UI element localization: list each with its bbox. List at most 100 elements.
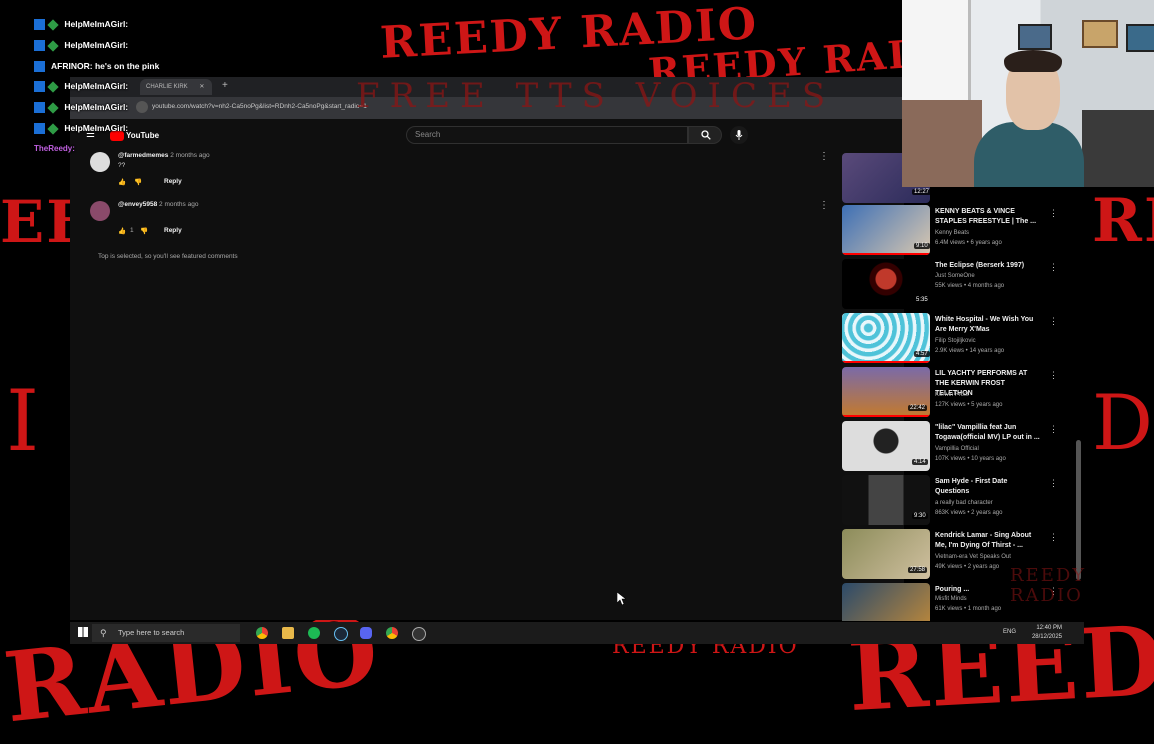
chat-user: HelpMeImAGirl:: [64, 40, 129, 50]
steam-icon[interactable]: [334, 627, 348, 641]
recommended-video[interactable]: 9:10 KENNY BEATS & VINCE STAPLES FREESTY…: [842, 205, 1082, 257]
video-more-icon[interactable]: ⋮: [1049, 370, 1058, 381]
obs-icon[interactable]: [412, 627, 426, 641]
comment-text: ??: [118, 162, 126, 169]
language-indicator[interactable]: ENG: [1003, 629, 1016, 635]
chat-diamond-icon: [47, 102, 59, 114]
search-input[interactable]: Search: [406, 126, 688, 144]
taskbar: ⚲ Type here to search ENG 12:40 PM 28/12…: [70, 622, 1084, 644]
video-meta: 127K views • 5 years ago: [935, 402, 1003, 408]
scrollbar-thumb[interactable]: [1076, 440, 1081, 580]
recommended-video[interactable]: 22:42 LIL YACHTY PERFORMS AT THE KERWIN …: [842, 367, 1082, 419]
video-more-icon[interactable]: ⋮: [1049, 262, 1058, 273]
webcam-painting: [1018, 24, 1052, 50]
video-more-icon[interactable]: ⋮: [1049, 208, 1058, 219]
webcam-couch: [1082, 110, 1154, 187]
reply-button[interactable]: Reply: [164, 178, 182, 185]
like-count: 1: [130, 227, 134, 234]
video-channel[interactable]: Just SomeOne: [935, 273, 975, 279]
clock-date[interactable]: 28/12/2025: [1032, 634, 1062, 640]
video-more-icon[interactable]: ⋮: [1049, 316, 1058, 327]
dislike-icon[interactable]: 👎: [140, 227, 149, 236]
webcam-feed: [902, 0, 1154, 187]
avatar[interactable]: [90, 201, 110, 221]
comment-actions: 👍 1 👎 Reply: [118, 227, 238, 239]
webcam-window-frame: [902, 0, 971, 100]
recommended-video[interactable]: 9:30 Sam Hyde - First Date Questions a r…: [842, 475, 1082, 527]
comment-handle[interactable]: @farmedmemes: [118, 152, 168, 159]
video-more-icon[interactable]: ⋮: [1049, 424, 1058, 435]
chrome-active-icon[interactable]: [386, 627, 398, 639]
search-icon: ⚲: [100, 628, 107, 638]
video-title[interactable]: "lilac" Vampillia feat Jun Togawa(offici…: [935, 423, 1043, 443]
chat-message: HelpMeImAGirl:: [34, 102, 128, 114]
chrome-icon[interactable]: [256, 627, 268, 639]
mouse-cursor-icon: [617, 592, 626, 605]
taskbar-search-input[interactable]: ⚲ Type here to search: [92, 624, 240, 642]
video-channel[interactable]: Misfit Minds: [935, 596, 967, 602]
video-thumbnail[interactable]: [842, 583, 930, 621]
webcam-painting: [1082, 20, 1118, 48]
video-meta: 61K views • 1 month ago: [935, 606, 1002, 612]
comment-handle[interactable]: @envey5958: [118, 201, 157, 208]
recommended-video[interactable]: 5:35 The Eclipse (Berserk 1997) Just Som…: [842, 259, 1082, 311]
video-duration: 4:57: [914, 351, 930, 357]
video-title[interactable]: The Eclipse (Berserk 1997): [935, 261, 1043, 271]
video-channel[interactable]: Kerwin Frost: [935, 392, 969, 398]
browser-tab[interactable]: CHARLIE KIRK ✕: [140, 79, 212, 95]
new-tab-icon[interactable]: +: [222, 80, 228, 91]
dislike-icon[interactable]: 👎: [134, 178, 143, 187]
video-channel[interactable]: Vietnam-era Vet Speaks Out: [935, 554, 1011, 560]
url-text[interactable]: youtube.com/watch?v=nh2-Ca5noPg&list=RDn…: [152, 103, 367, 110]
video-channel[interactable]: Filip Stojiljkovic: [935, 338, 976, 344]
spotify-icon[interactable]: [308, 627, 320, 639]
video-duration: 9:10: [914, 243, 930, 249]
reply-button[interactable]: Reply: [164, 227, 182, 234]
comment-author[interactable]: @farmedmemes 2 months ago: [118, 152, 210, 159]
video-title[interactable]: Kendrick Lamar - Sing About Me, I'm Dyin…: [935, 531, 1043, 551]
comment-more-icon[interactable]: ⋮: [819, 200, 829, 212]
video-more-icon[interactable]: ⋮: [1049, 478, 1058, 489]
comment-more-icon[interactable]: ⋮: [819, 151, 829, 163]
comment-time[interactable]: 2 months ago: [159, 201, 198, 208]
video-channel[interactable]: a really bad character: [935, 500, 993, 506]
chat-badge-icon: [34, 123, 45, 135]
comment-actions: 👍 👎 Reply: [118, 178, 238, 190]
comment-time[interactable]: 2 months ago: [170, 152, 209, 159]
video-channel[interactable]: Kenny Beats: [935, 230, 969, 236]
brand-text-left-mid: I: [6, 372, 42, 470]
like-icon[interactable]: 👍: [118, 227, 127, 236]
clock-time[interactable]: 12:40 PM: [1036, 625, 1062, 631]
file-explorer-icon[interactable]: [282, 627, 294, 639]
video-meta: 6.4M views • 6 years ago: [935, 240, 1002, 246]
start-icon[interactable]: [78, 627, 88, 637]
video-duration: 22:42: [908, 405, 928, 411]
video-title[interactable]: Sam Hyde - First Date Questions: [935, 477, 1043, 497]
site-info-icon[interactable]: [136, 101, 148, 113]
chat-diamond-icon: [47, 19, 59, 31]
webcam-person-body: [974, 122, 1084, 187]
webcam-painting: [1126, 24, 1154, 52]
chat-user: TheReedy:: [34, 144, 75, 153]
chat-text: he's on the pink: [94, 61, 160, 71]
search-button[interactable]: [688, 126, 722, 144]
recommended-video[interactable]: 4:57 White Hospital - We Wish You Are Me…: [842, 313, 1082, 365]
webcam-furniture: [902, 100, 982, 187]
voice-search-button[interactable]: [730, 126, 748, 144]
like-icon[interactable]: 👍: [118, 178, 127, 187]
avatar[interactable]: [90, 152, 110, 172]
video-more-icon[interactable]: ⋮: [1049, 532, 1058, 543]
video-title[interactable]: White Hospital - We Wish You Are Merry X…: [935, 315, 1043, 335]
youtube-logo[interactable]: YouTube: [126, 131, 159, 140]
close-icon[interactable]: ✕: [199, 84, 204, 90]
video-meta: 2.9K views • 14 years ago: [935, 348, 1005, 354]
video-channel[interactable]: Vampillia Official: [935, 446, 979, 452]
discord-icon[interactable]: [360, 627, 372, 639]
webcam-person-hair: [1004, 50, 1062, 72]
video-title[interactable]: KENNY BEATS & VINCE STAPLES FREESTYLE | …: [935, 207, 1043, 227]
youtube-header: ☰ YouTube Search: [70, 119, 904, 155]
featured-comments-note: Top is selected, so you'll see featured …: [98, 253, 238, 260]
recommended-video[interactable]: 4:14 "lilac" Vampillia feat Jun Togawa(o…: [842, 421, 1082, 473]
chat-message: TheReedy:: [34, 144, 75, 153]
comment-author[interactable]: @envey5958 2 months ago: [118, 201, 198, 208]
